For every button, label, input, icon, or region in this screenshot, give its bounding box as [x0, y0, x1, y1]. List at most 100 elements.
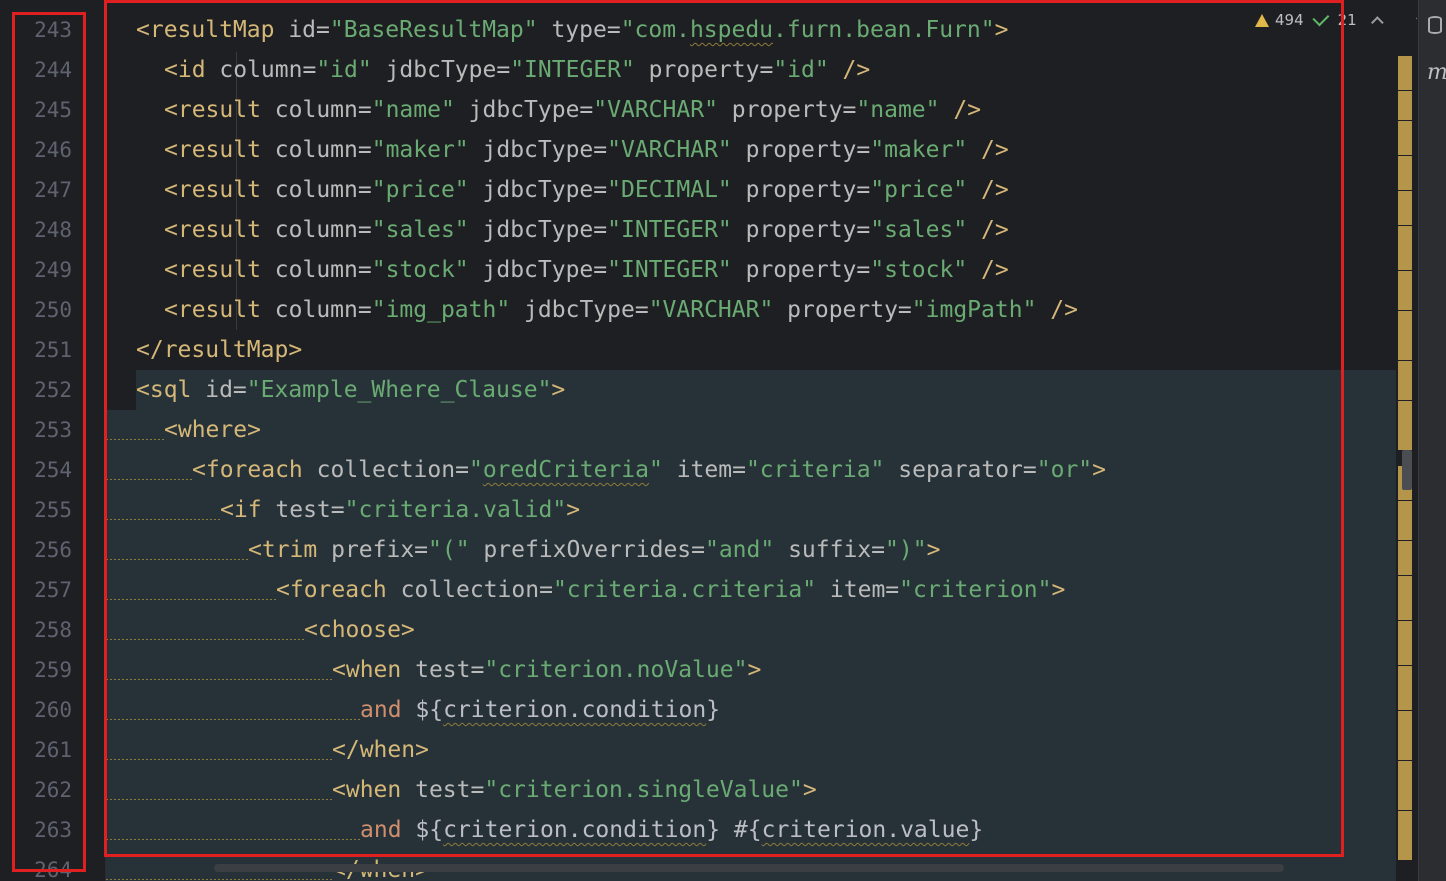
- tag-token: <id: [164, 57, 206, 83]
- tag-token: <foreach: [276, 577, 387, 603]
- attr-token: property=: [731, 177, 871, 203]
- stripe-gap: [1398, 710, 1412, 711]
- value-token: "INTEGER": [510, 57, 635, 83]
- tag-token: />: [967, 177, 1009, 203]
- tag-token: <trim: [248, 537, 318, 563]
- tag-token: </resultMap>: [136, 337, 303, 363]
- indent-whitespace: [106, 730, 332, 770]
- stripe-gap: [1398, 665, 1412, 666]
- value-token: "VARCHAR": [593, 97, 718, 123]
- value-token: "maker": [371, 137, 469, 163]
- tag-token: >: [566, 497, 581, 523]
- warning-marks: [1398, 466, 1412, 860]
- code-line[interactable]: <where>: [106, 410, 261, 450]
- indent-whitespace: [106, 690, 360, 730]
- database-icon[interactable]: [1428, 16, 1442, 34]
- value-token: ": [648, 457, 663, 483]
- value-token: "criteria.valid": [344, 497, 567, 523]
- maven-icon[interactable]: m: [1427, 60, 1446, 85]
- code-line[interactable]: <result column="maker" jdbcType="VARCHAR…: [164, 130, 1009, 170]
- code-line[interactable]: <result column="img_path" jdbcType="VARC…: [164, 290, 1078, 330]
- tag-token: />: [828, 57, 871, 83]
- attr-token: prefixOverrides=: [469, 537, 705, 563]
- tag-token: <result: [164, 177, 261, 203]
- code-line[interactable]: <when test="criterion.singleValue">: [106, 770, 817, 810]
- line-number: 255: [34, 498, 72, 522]
- tag-token: <if: [220, 497, 262, 523]
- indent-whitespace: [106, 570, 276, 610]
- code-line[interactable]: <result column="sales" jdbcType="INTEGER…: [164, 210, 1009, 250]
- code-line[interactable]: and ${criterion.condition} #{criterion.v…: [106, 810, 983, 850]
- attr-token: property=: [731, 217, 871, 243]
- stripe-gap: [1398, 310, 1412, 311]
- tag-token: <when: [332, 657, 402, 683]
- expr-token: #{: [720, 817, 762, 843]
- line-number: 259: [34, 658, 72, 682]
- indent-whitespace: [106, 610, 304, 650]
- line-number: 254: [34, 458, 72, 482]
- value-token: "name": [371, 97, 455, 123]
- inspection-widget[interactable]: 494 21: [1255, 8, 1417, 32]
- value-token: "imgPath": [911, 297, 1037, 323]
- warning-triangle-icon: [1255, 13, 1269, 27]
- expr-token: criterion.value: [761, 817, 970, 843]
- code-line[interactable]: <resultMap id="BaseResultMap" type="com.…: [136, 10, 1008, 50]
- tag-token: >: [551, 377, 566, 403]
- code-line[interactable]: </resultMap>: [136, 330, 302, 370]
- tag-token: <result: [164, 257, 261, 283]
- attr-token: column=: [260, 177, 372, 203]
- value-token: "price": [870, 177, 968, 203]
- horizontal-scrollbar[interactable]: [214, 864, 1284, 872]
- previous-highlight-icon[interactable]: [1370, 15, 1384, 29]
- code-line[interactable]: <sql id="Example_Where_Clause">: [106, 370, 565, 410]
- code-line[interactable]: <choose>: [106, 610, 415, 650]
- value-token: "price": [371, 177, 469, 203]
- tag-token: <sql: [136, 377, 192, 403]
- line-number: 243: [34, 18, 72, 42]
- tag-token: <result: [164, 137, 261, 163]
- code-line[interactable]: <if test="criteria.valid">: [106, 490, 580, 530]
- code-line[interactable]: <trim prefix="(" prefixOverrides="and" s…: [106, 530, 940, 570]
- code-editor[interactable]: <resultMap id="BaseResultMap" type="com.…: [106, 0, 1396, 881]
- stripe-gap: [1398, 225, 1412, 226]
- expr-token: }: [706, 697, 721, 723]
- tag-token: <choose>: [304, 617, 415, 643]
- attr-token: prefix=: [317, 537, 429, 563]
- attr-token: column=: [205, 57, 317, 83]
- code-line[interactable]: <id column="id" jdbcType="INTEGER" prope…: [164, 50, 870, 90]
- attr-token: type=: [537, 17, 621, 43]
- code-line[interactable]: and ${criterion.condition}: [106, 690, 720, 730]
- line-number-gutter[interactable]: 243 244 245 246 247 248 249 250 251 252 …: [0, 0, 106, 881]
- tag-token: <where>: [164, 417, 261, 443]
- expr-token: criterion.condition: [443, 817, 707, 843]
- code-line[interactable]: </when>: [106, 730, 429, 770]
- code-line[interactable]: <when test="criterion.noValue">: [106, 650, 761, 690]
- stripe-gap: [1398, 360, 1412, 361]
- value-token: ")": [885, 537, 927, 563]
- line-number: 253: [34, 418, 72, 442]
- line-number: 245: [34, 98, 72, 122]
- attr-token: test=: [401, 777, 485, 803]
- attr-token: column=: [260, 97, 372, 123]
- code-line[interactable]: <foreach collection="criteria.criteria" …: [106, 570, 1065, 610]
- code-line[interactable]: <result column="stock" jdbcType="INTEGER…: [164, 250, 1009, 290]
- indent-whitespace: [106, 490, 220, 530]
- line-number: 261: [34, 738, 72, 762]
- code-line[interactable]: <result column="name" jdbcType="VARCHAR"…: [164, 90, 981, 130]
- attr-token: property=: [773, 297, 912, 323]
- stripe-gap: [1398, 155, 1412, 156]
- value-token: "DECIMAL": [607, 177, 732, 203]
- code-line[interactable]: <foreach collection="oredCriteria" item=…: [106, 450, 1106, 490]
- line-number: 244: [34, 58, 72, 82]
- stripe-gap: [1398, 190, 1412, 191]
- leading-space: [106, 370, 136, 410]
- code-line[interactable]: <result column="price" jdbcType="DECIMAL…: [164, 170, 1009, 210]
- vertical-scroll-thumb[interactable]: [1402, 450, 1412, 490]
- stripe-gap: [1398, 400, 1412, 401]
- indent-whitespace: [106, 530, 248, 570]
- error-stripe[interactable]: [1396, 0, 1416, 881]
- tag-token: <foreach: [192, 457, 303, 483]
- value-token-typo: oredCriteria: [482, 457, 649, 483]
- value-token: "Example_Where_Clause": [246, 377, 552, 403]
- attr-token: separator=: [884, 457, 1037, 483]
